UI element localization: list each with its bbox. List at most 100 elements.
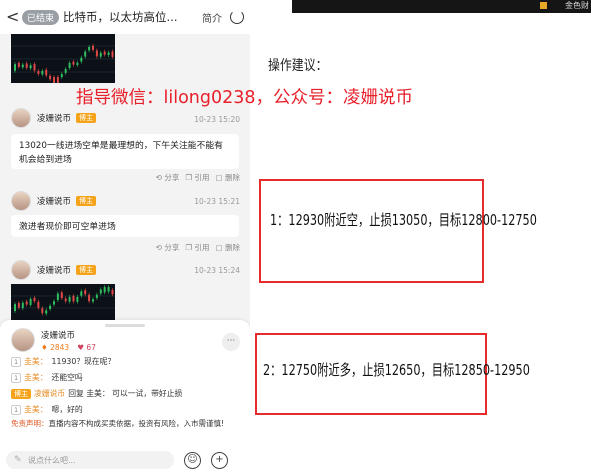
- candle-body: [53, 301, 55, 305]
- author-name: 凌姗说币: [37, 197, 72, 207]
- likes-count: ♥ 67: [77, 342, 96, 352]
- chart-thumbnail[interactable]: [11, 34, 115, 83]
- candle-body: [84, 51, 87, 57]
- candle-body: [56, 293, 59, 301]
- quote-action[interactable]: ❐ 引用: [185, 242, 209, 253]
- advice-pane: 金色财 操作建议： 1：12930附近空，止损13050，目标12800-127…: [250, 0, 591, 472]
- chat-user[interactable]: 凌姗说币: [34, 388, 65, 399]
- live-chat-pane: < 已结束 比特币，以太坊高位... 简介 凌姗说币 博主 10-23 15:2…: [0, 0, 250, 472]
- host-tag: 博主: [76, 113, 97, 123]
- level-badge: 1: [11, 404, 22, 415]
- message-actions: ⟲ 分享 ❐ 引用 ▢ 删除: [156, 242, 240, 253]
- advice-title: 操作建议：: [268, 58, 328, 74]
- message-time: 10-23 15:24: [194, 266, 240, 275]
- disclaimer-label: 免责声明：: [11, 419, 49, 428]
- candle-body: [49, 75, 52, 80]
- candle-body: [49, 305, 52, 310]
- candle-body: [64, 298, 67, 302]
- disclaimer: 免责声明：直播内容不构成买卖依据，投资有风险，入市需谨慎!: [11, 418, 243, 430]
- share-action[interactable]: ⟲ 分享: [156, 242, 180, 253]
- candle-body: [88, 46, 91, 51]
- candle-body: [72, 295, 75, 302]
- candle-body: [45, 69, 48, 76]
- chat-input-placeholder: 说点什么吧...: [28, 455, 76, 465]
- candle-body: [21, 64, 24, 68]
- intro-link[interactable]: 简介: [202, 10, 222, 25]
- candle-body: [64, 69, 67, 73]
- avatar[interactable]: [11, 260, 31, 280]
- input-row: ✎ 说点什么吧... ☺ +: [0, 448, 250, 472]
- avatar[interactable]: [11, 328, 35, 352]
- chat-text: 嗯，好的: [51, 405, 83, 414]
- message-author: 凌姗说币 博主: [11, 108, 97, 128]
- candle-body: [99, 289, 102, 294]
- ended-badge: 已结束: [22, 9, 60, 25]
- avatar[interactable]: [11, 191, 31, 211]
- share-icon[interactable]: [230, 10, 244, 24]
- candle-body: [88, 294, 91, 302]
- candle-body: [21, 302, 24, 309]
- back-icon[interactable]: <: [6, 9, 22, 25]
- level-badge: 1: [11, 356, 22, 367]
- chart-thumbnail[interactable]: [11, 284, 115, 320]
- sheet-author: 凌姗说币 ♦ 2843 ♥ 67: [11, 328, 96, 352]
- candle-body: [92, 45, 94, 51]
- host-tag: 博主: [76, 196, 97, 206]
- advice-text-2: 2：12750附近多，止损12650，目标12850-12950: [263, 361, 530, 379]
- candle-body: [68, 62, 71, 68]
- candle-body: [14, 64, 16, 71]
- page-title: 比特币，以太坊高位...: [63, 10, 178, 24]
- candle-body: [92, 299, 94, 302]
- candle-body: [95, 50, 98, 57]
- candlestick-chart: [11, 43, 115, 83]
- message-actions: ⟲ 分享 ❐ 引用 ▢ 删除: [156, 172, 240, 183]
- author-name: 凌姗说币: [37, 266, 72, 276]
- chat-user[interactable]: 圭美：: [24, 356, 47, 367]
- top-bar: < 已结束 比特币，以太坊高位... 简介: [0, 0, 250, 34]
- message-text: 13020一线进场空单是最理想的，下午关注能不能有机会给到进场: [19, 141, 223, 165]
- logo-mark-icon: [540, 2, 547, 9]
- candle-body: [72, 61, 75, 65]
- chat-user[interactable]: 圭美：: [24, 404, 47, 415]
- chat-input[interactable]: ✎ 说点什么吧...: [6, 451, 174, 469]
- candle-body: [107, 52, 110, 55]
- candle-body: [37, 71, 40, 74]
- host-tag: 博主: [76, 265, 97, 275]
- more-button[interactable]: ···: [222, 333, 240, 351]
- chat-line: 1 圭美： 还能空吗: [11, 372, 83, 383]
- candle-body: [29, 65, 32, 69]
- candle-body: [84, 290, 87, 295]
- delete-action[interactable]: ▢ 删除: [216, 242, 240, 253]
- candle-body: [14, 304, 16, 311]
- share-action[interactable]: ⟲ 分享: [156, 172, 180, 183]
- message-author: 凌姗说币 博主: [11, 260, 97, 280]
- delete-action[interactable]: ▢ 删除: [216, 172, 240, 183]
- message-text: 激进者现价即可空单进场: [19, 222, 116, 232]
- disclaimer-text: 直播内容不构成买卖依据，投资有风险，入市需谨慎!: [48, 419, 225, 428]
- candle-body: [68, 297, 71, 302]
- candle-body: [33, 63, 36, 71]
- emoji-icon[interactable]: ☺: [184, 451, 201, 469]
- fans-count: ♦ 2843: [41, 342, 70, 352]
- sheet-handle[interactable]: [105, 324, 145, 327]
- quote-action[interactable]: ❐ 引用: [185, 172, 209, 183]
- candlestick-chart: [11, 285, 115, 316]
- author-name: 凌姗说币: [41, 330, 76, 341]
- candle-body: [45, 310, 48, 314]
- candle-body: [80, 291, 83, 296]
- message-time: 10-23 15:21: [194, 197, 240, 206]
- chat-line: 博主 凌姗说币 回复 圭美： 可以一试，带好止损: [11, 388, 182, 399]
- candle-body: [37, 301, 40, 308]
- chat-user[interactable]: 圭美：: [24, 372, 47, 383]
- candle-body: [99, 52, 102, 57]
- candle-body: [95, 294, 98, 298]
- candle-body: [111, 51, 114, 57]
- candle-body: [80, 57, 83, 62]
- candle-body: [25, 63, 28, 68]
- advice-text-1: 1：12930附近空，止损13050，目标12800-12750: [270, 211, 537, 229]
- avatar[interactable]: [11, 108, 31, 128]
- plus-icon[interactable]: +: [211, 451, 228, 469]
- candle-body: [17, 62, 20, 67]
- candle-body: [17, 302, 20, 308]
- candle-body: [76, 296, 79, 302]
